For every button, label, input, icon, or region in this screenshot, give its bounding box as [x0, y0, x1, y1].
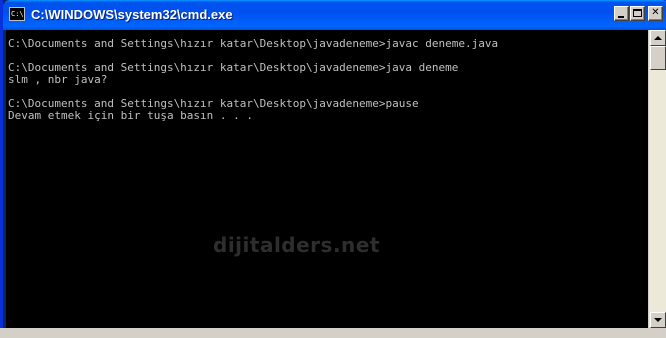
console-text: C:\Documents and Settings\hızır katar\De… — [6, 30, 648, 122]
maximize-icon — [633, 9, 642, 17]
maximize-button[interactable] — [630, 6, 645, 21]
minimize-icon — [618, 16, 624, 18]
arrow-up-icon — [654, 36, 662, 40]
arrow-down-icon — [654, 318, 662, 322]
title-bar[interactable]: C:\ C:\WINDOWS\system32\cmd.exe ✕ — [3, 0, 666, 30]
scroll-down-button[interactable] — [650, 312, 666, 328]
watermark: dijitalders.net — [213, 233, 380, 257]
window-title: C:\WINDOWS\system32\cmd.exe — [31, 7, 233, 22]
close-icon: ✕ — [651, 7, 660, 18]
console-line: C:\Documents and Settings\hızır katar\De… — [8, 37, 499, 50]
minimize-button[interactable] — [614, 6, 629, 21]
cmd-window: C:\ C:\WINDOWS\system32\cmd.exe ✕ C:\Doc… — [0, 0, 666, 338]
scroll-thumb[interactable] — [650, 46, 666, 70]
command-prompt-icon[interactable]: C:\ — [9, 7, 25, 21]
scroll-up-button[interactable] — [650, 30, 666, 46]
console-output[interactable]: C:\Documents and Settings\hızır katar\De… — [6, 30, 648, 328]
console-line: slm , nbr java? — [8, 73, 108, 86]
console-line: Devam etmek için bir tuşa basın . . . — [8, 109, 254, 122]
vertical-scrollbar[interactable] — [648, 30, 666, 328]
close-button[interactable]: ✕ — [648, 6, 663, 21]
bottom-frame — [0, 328, 666, 338]
